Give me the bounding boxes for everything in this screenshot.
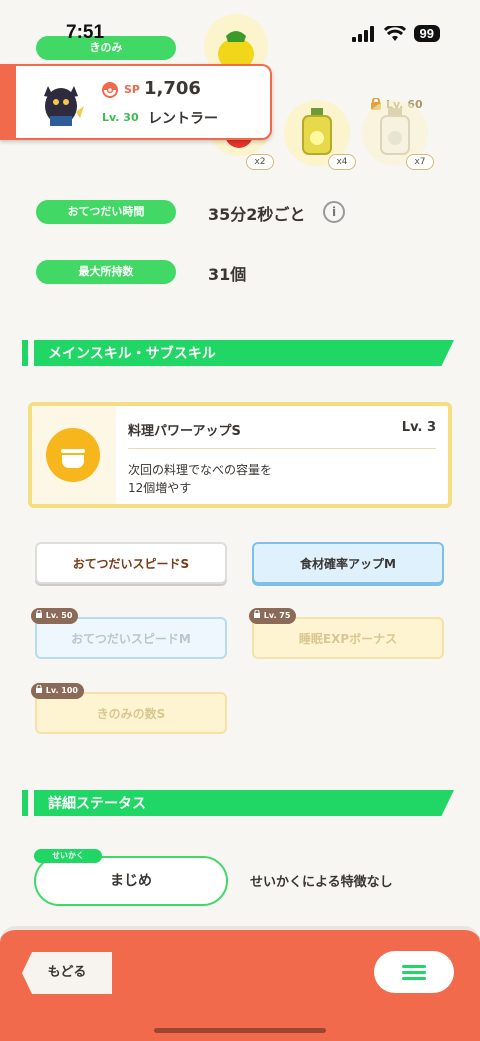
- divider: [128, 448, 436, 449]
- unlock-level-badge: Lv. 50: [31, 608, 79, 624]
- battery-indicator: 99: [413, 25, 440, 42]
- nature-label: せいかく: [34, 849, 102, 863]
- description-line: 次回の料理でなべの容量を: [128, 463, 273, 477]
- unlock-level-badge: Lv. 100: [31, 683, 84, 699]
- help-time-value: 35分2秒ごと: [208, 205, 306, 224]
- ingredient-qty: x7: [406, 154, 434, 170]
- main-skill-card[interactable]: 料理パワーアップS Lv. 3 次回の料理でなべの容量を 12個増やす: [28, 402, 452, 508]
- main-skill-level: Lv. 3: [401, 420, 436, 435]
- max-carry-label: 最大所持数: [36, 260, 176, 284]
- unlock-level: Lv. 50: [45, 611, 73, 620]
- sp-value: 1,706: [144, 78, 201, 99]
- skills-section-header: メインスキル・サブスキル: [22, 340, 454, 366]
- cooking-pot-icon: [61, 449, 85, 468]
- detail-section-header: 詳細ステータス: [22, 790, 454, 816]
- ingredient-qty: x4: [328, 154, 356, 170]
- signal-icon: [351, 25, 374, 42]
- pokeball-icon: [102, 82, 118, 98]
- status-bar: 7:51 99: [0, 0, 480, 60]
- status-icons: 99: [351, 25, 440, 42]
- description-line: 12個増やす: [128, 481, 192, 495]
- nature-value[interactable]: まじめ: [34, 856, 228, 906]
- unlock-level: Lv. 75: [263, 611, 291, 620]
- ingredient-qty: x2: [246, 154, 274, 170]
- unlock-level-badge: Lv. 75: [249, 608, 297, 624]
- nature-description: せいかくによる特徴なし: [250, 875, 393, 890]
- clock: 7:51: [66, 22, 105, 43]
- pokemon-card[interactable]: SP 1,706 Lv. 30 レントラー: [0, 64, 272, 140]
- sp-label: SP: [124, 83, 140, 96]
- pokemon-level: Lv. 30: [102, 111, 139, 124]
- unlock-level: Lv. 100: [45, 686, 78, 695]
- main-skill-description: 次回の料理でなべの容量を 12個増やす: [128, 461, 328, 497]
- wifi-icon: [383, 25, 406, 41]
- section-title: 詳細ステータス: [48, 796, 146, 812]
- section-bar: [22, 790, 28, 816]
- lock-icon: [36, 609, 42, 618]
- pokemon-name: レントラー: [148, 111, 218, 127]
- main-skill-name: 料理パワーアップS: [128, 424, 241, 439]
- pokemon-sprite-icon: [44, 86, 84, 126]
- back-button[interactable]: もどる: [22, 952, 112, 994]
- skill-icon-panel: [32, 406, 116, 504]
- skill-icon-circle: [46, 428, 100, 482]
- help-time-label: おてつだい時間: [36, 200, 176, 224]
- sub-skill-button[interactable]: 食材確率アップM: [252, 542, 444, 584]
- menu-button[interactable]: [374, 951, 454, 993]
- lock-icon: [254, 609, 260, 618]
- home-indicator[interactable]: [154, 1028, 326, 1033]
- lock-icon: [36, 684, 42, 693]
- max-carry-value: 31個: [208, 265, 247, 284]
- sub-skill-button[interactable]: おてつだいスピードS: [35, 542, 227, 584]
- info-icon[interactable]: i: [323, 201, 345, 223]
- section-bar: [22, 340, 28, 366]
- section-title: メインスキル・サブスキル: [48, 346, 216, 362]
- footer-bar: もどる: [0, 926, 480, 1041]
